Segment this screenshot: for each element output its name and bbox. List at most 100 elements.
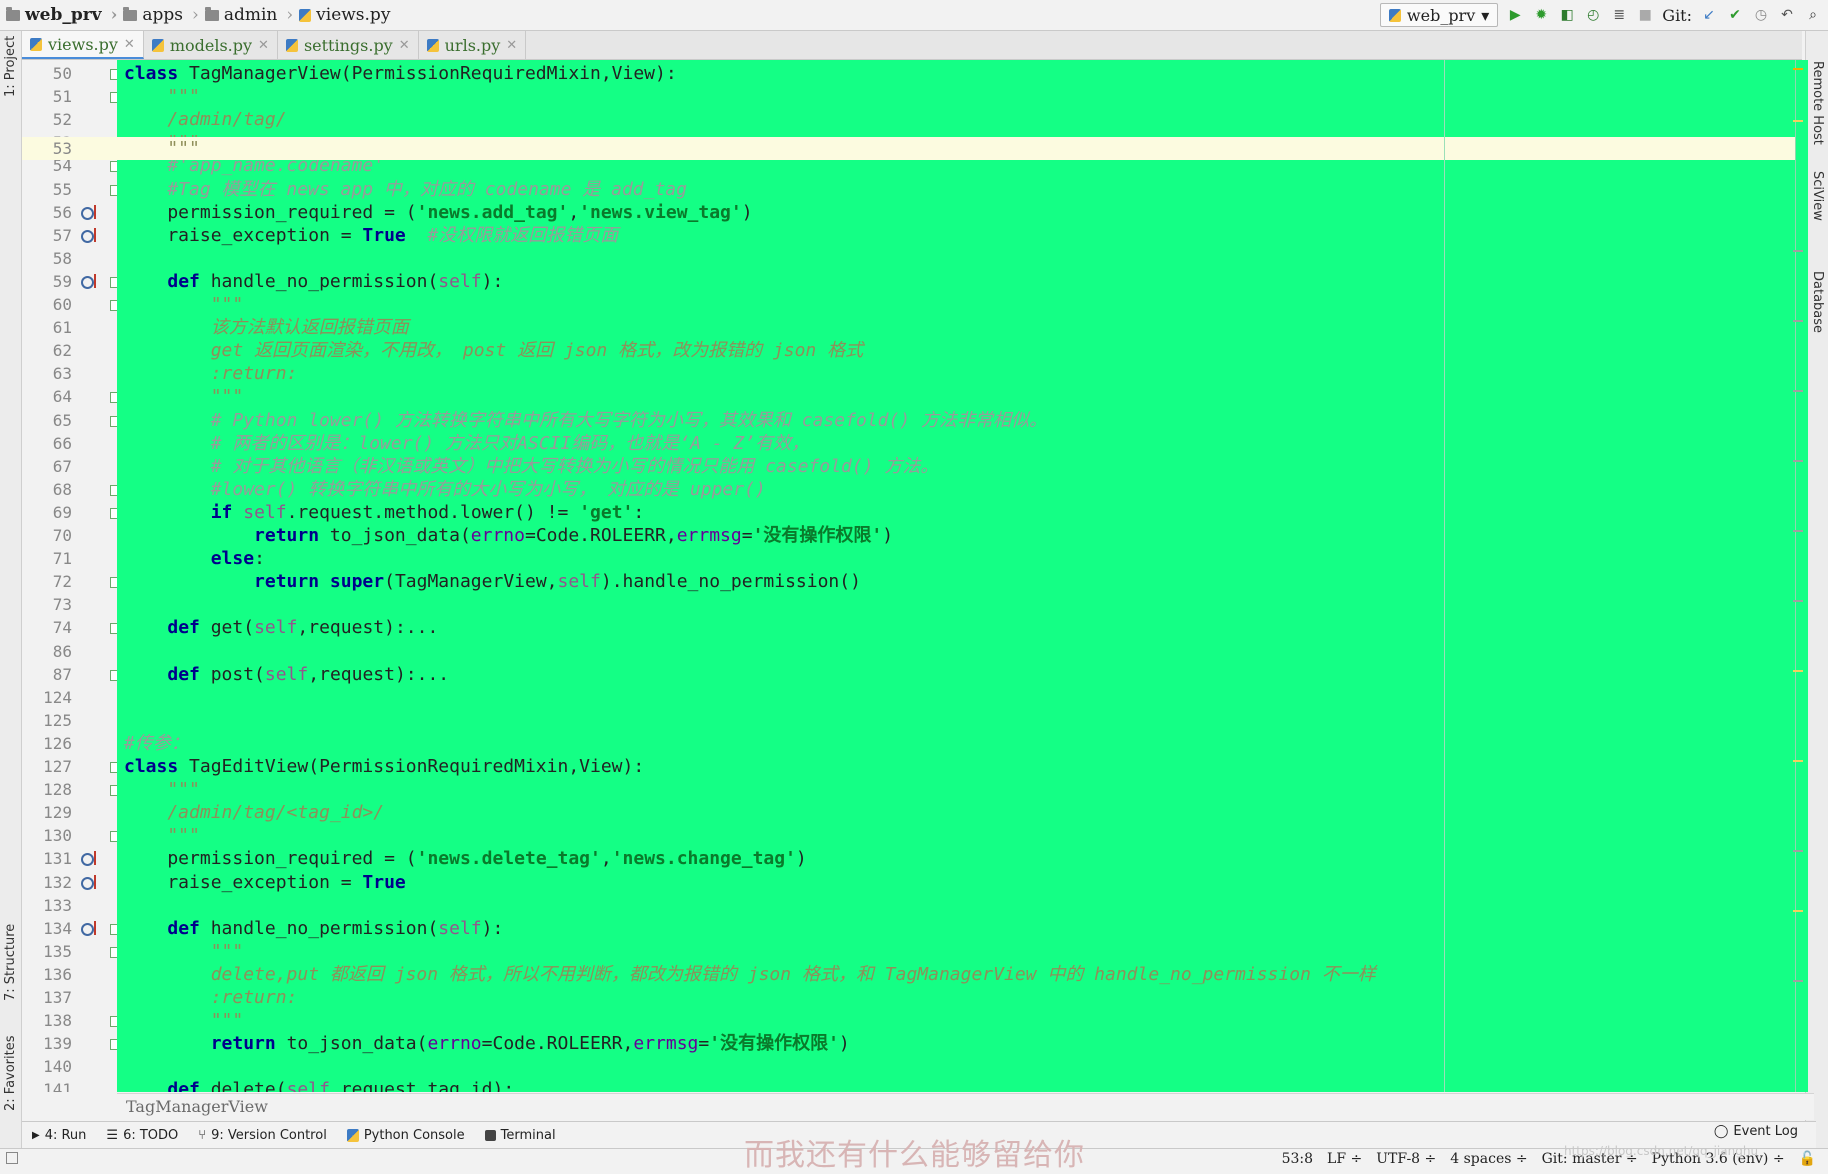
fold-marker-icon[interactable] xyxy=(110,392,117,404)
code-line[interactable]: delete,put 都返回 json 格式，所以不用判断，都改为报错的 jso… xyxy=(124,963,1376,986)
caret-position[interactable]: 53:8 xyxy=(1282,1151,1313,1167)
fold-marker-icon[interactable] xyxy=(110,507,117,519)
fold-marker-icon[interactable] xyxy=(110,946,117,958)
tool-project[interactable]: 1: Project xyxy=(3,36,18,97)
tab-urls-py[interactable]: urls.py ✕ xyxy=(419,31,527,59)
code-line[interactable]: # 对于其他语言（非汉语或英文）中把大写转换为小写的情况只能用 casefold… xyxy=(124,455,939,478)
run-icon[interactable]: ▶ xyxy=(1506,6,1524,24)
code-line[interactable]: # Python lower() 方法转换字符串中所有大写字符为小写，其效果和 … xyxy=(124,409,1047,432)
code-line[interactable]: raise_exception = True #没权限就返回报错页面 xyxy=(124,224,618,247)
code-line[interactable]: class TagEditView(PermissionRequiredMixi… xyxy=(124,755,644,778)
code-line[interactable]: """ xyxy=(124,385,244,408)
override-marker-icon[interactable] xyxy=(81,206,94,220)
fold-marker-icon[interactable] xyxy=(110,923,117,935)
git-rollback-icon[interactable]: ↶ xyxy=(1778,6,1796,24)
code-line[interactable]: else: xyxy=(124,547,265,570)
fold-marker-icon[interactable] xyxy=(110,92,117,104)
override-marker-icon[interactable] xyxy=(81,275,94,289)
fold-marker-icon[interactable] xyxy=(110,785,117,797)
code-line[interactable]: permission_required = ('news.add_tag','n… xyxy=(124,201,752,224)
code-line[interactable]: /admin/tag/<tag_id>/ xyxy=(124,801,384,824)
breadcrumb-apps[interactable]: apps › xyxy=(123,5,199,25)
fold-marker-icon[interactable] xyxy=(110,1039,117,1051)
override-marker-icon[interactable] xyxy=(81,229,94,243)
scrollbar-marker[interactable] xyxy=(1793,760,1803,762)
tool-database[interactable]: Database xyxy=(1810,271,1825,333)
code-line[interactable]: """ xyxy=(124,293,244,316)
code-line[interactable]: """ xyxy=(124,137,200,160)
code-line[interactable]: """ xyxy=(124,85,200,108)
tab-settings-py[interactable]: settings.py ✕ xyxy=(278,31,419,59)
scrollbar-marker[interactable] xyxy=(1793,670,1803,672)
scrollbar-marker[interactable] xyxy=(1793,980,1803,982)
fold-marker-icon[interactable] xyxy=(110,69,117,80)
breadcrumb-file[interactable]: views.py xyxy=(299,5,390,25)
concurrency-icon[interactable]: ≣ xyxy=(1610,6,1628,24)
scrollbar-marker[interactable] xyxy=(1793,600,1803,602)
code-line[interactable]: raise_exception = True xyxy=(124,871,405,894)
code-editor[interactable]: class TagManagerView(PermissionRequiredM… xyxy=(117,60,1805,1092)
editor-scrollbar[interactable] xyxy=(1793,60,1808,1092)
override-marker-icon[interactable] xyxy=(81,853,94,867)
line-separator[interactable]: LF ÷ xyxy=(1327,1151,1362,1167)
indent-setting[interactable]: 4 spaces ÷ xyxy=(1450,1151,1527,1167)
code-line[interactable]: def delete(self,request,tag_id):... xyxy=(124,1078,546,1092)
close-icon[interactable]: ✕ xyxy=(258,38,269,53)
scrollbar-marker[interactable] xyxy=(1793,120,1803,122)
stop-icon[interactable]: ■ xyxy=(1636,6,1654,24)
code-line[interactable]: """ xyxy=(124,1009,244,1032)
tool-sciview[interactable]: SciView xyxy=(1810,171,1825,221)
fold-marker-icon[interactable] xyxy=(110,484,117,496)
tool-version-control[interactable]: ⑂ 9: Version Control xyxy=(198,1128,327,1143)
scrollbar-marker[interactable] xyxy=(1793,850,1803,852)
scrollbar-marker[interactable] xyxy=(1793,910,1803,912)
fold-marker-icon[interactable] xyxy=(110,276,117,288)
close-icon[interactable]: ✕ xyxy=(399,38,410,53)
tool-todo[interactable]: ☰ 6: TODO xyxy=(106,1128,178,1143)
code-line[interactable]: """ xyxy=(124,824,200,847)
code-line[interactable]: def handle_no_permission(self): xyxy=(124,917,503,940)
scrollbar-marker[interactable] xyxy=(1793,68,1803,70)
tool-python-console[interactable]: Python Console xyxy=(346,1128,465,1143)
tool-run[interactable]: ▶ 4: Run xyxy=(32,1128,86,1143)
profile-icon[interactable]: ◴ xyxy=(1584,6,1602,24)
code-line[interactable]: get 返回页面渲染，不用改， post 返回 json 格式，改为报错的 js… xyxy=(124,339,863,362)
tool-terminal[interactable]: Terminal xyxy=(484,1128,556,1143)
breadcrumb-project[interactable]: web_prv › xyxy=(6,5,117,25)
run-config-select[interactable]: web_prv ▾ xyxy=(1379,3,1499,27)
code-line[interactable]: if self.request.method.lower() != 'get': xyxy=(124,501,645,524)
fold-marker-icon[interactable] xyxy=(110,669,117,681)
lock-icon[interactable]: 🔓 xyxy=(1799,1151,1816,1167)
code-line[interactable]: return to_json_data(errno=Code.ROLEERR,e… xyxy=(124,1032,850,1055)
code-line[interactable]: # 两者的区别是：lower() 方法只对ASCII编码，也就是‘A - Z’有… xyxy=(124,432,809,455)
override-marker-icon[interactable] xyxy=(81,876,94,890)
fold-marker-icon[interactable] xyxy=(110,300,117,311)
tab-views-py[interactable]: views.py ✕ xyxy=(22,31,144,59)
fold-marker-icon[interactable] xyxy=(110,623,117,635)
search-icon[interactable]: ⌕ xyxy=(1804,6,1822,24)
code-line[interactable]: return super(TagManagerView,self).handle… xyxy=(124,570,861,593)
breadcrumb-admin[interactable]: admin › xyxy=(204,5,293,25)
coverage-icon[interactable]: ◧ xyxy=(1558,6,1576,24)
code-line[interactable]: def get(self,request):... xyxy=(124,616,438,639)
code-line[interactable]: class TagManagerView(PermissionRequiredM… xyxy=(124,62,677,85)
scrollbar-marker[interactable] xyxy=(1793,250,1803,252)
close-icon[interactable]: ✕ xyxy=(124,37,135,52)
tool-remote-host[interactable]: Remote Host xyxy=(1810,61,1825,145)
code-line[interactable]: :return: xyxy=(124,362,298,385)
editor-breadcrumb[interactable]: TagManagerView xyxy=(117,1093,1814,1120)
code-line[interactable]: permission_required = ('news.delete_tag'… xyxy=(124,847,806,870)
debug-icon[interactable]: ✹ xyxy=(1532,6,1550,24)
git-update-icon[interactable]: ↙ xyxy=(1700,6,1718,24)
fold-marker-icon[interactable] xyxy=(110,577,117,589)
file-encoding[interactable]: UTF-8 ÷ xyxy=(1376,1151,1436,1167)
code-line[interactable]: """ xyxy=(124,940,244,963)
code-line[interactable]: #Tag 模型在 news app 中，对应的 codename 是 add_t… xyxy=(124,178,687,201)
scrollbar-marker[interactable] xyxy=(1793,320,1803,322)
tool-structure[interactable]: 7: Structure xyxy=(3,924,18,1001)
code-line[interactable]: #传参： xyxy=(124,732,189,755)
scrollbar-marker[interactable] xyxy=(1793,390,1803,392)
tab-models-py[interactable]: models.py ✕ xyxy=(144,31,278,59)
event-log-button[interactable]: ◯ Event Log xyxy=(1714,1124,1798,1139)
tool-favorites[interactable]: 2: Favorites xyxy=(3,1035,18,1111)
